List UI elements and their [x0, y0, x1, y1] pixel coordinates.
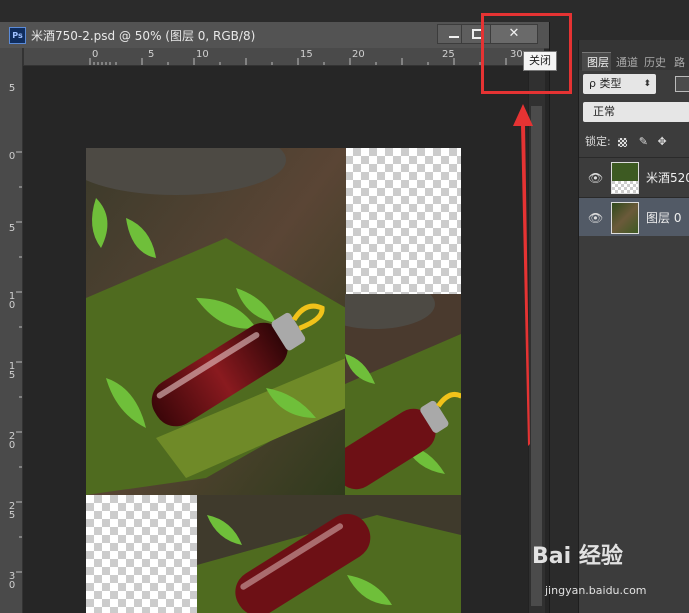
ruler-label: 5	[8, 223, 16, 234]
blend-mode-select[interactable]: 正常	[583, 102, 689, 122]
tab-paths[interactable]: 路	[674, 54, 685, 70]
ruler-label: 15	[8, 361, 16, 381]
layer-thumbnail	[611, 162, 639, 194]
transparent-area	[86, 495, 197, 613]
ruler-label: 10	[8, 291, 16, 311]
eye-icon[interactable]: 👁	[588, 211, 603, 225]
ruler-label: 5	[148, 49, 155, 60]
tab-channels[interactable]: 通道	[616, 54, 638, 70]
lock-label: 锁定:	[585, 135, 611, 148]
tab-history[interactable]: 历史	[644, 54, 666, 70]
layer-item[interactable]: 👁 米酒520	[579, 157, 689, 196]
blend-mode-label: 正常	[593, 105, 615, 118]
tab-layers[interactable]: 图层	[587, 54, 609, 70]
red-arrow-icon	[513, 104, 533, 446]
vertical-ruler[interactable]: 5 0 5 10 15 20 25 30	[0, 48, 23, 613]
brush-icon[interactable]: ✎	[639, 135, 648, 148]
transparent-area	[345, 148, 461, 294]
ruler-ticks-vertical	[16, 151, 22, 573]
minimize-icon	[449, 36, 459, 38]
photo-layer-bottom	[197, 495, 461, 613]
ruler-label: 0	[92, 49, 99, 60]
layer-name: 图层 0	[646, 211, 682, 225]
move-icon[interactable]: ✥	[657, 135, 666, 148]
layer-name: 米酒520	[646, 171, 689, 185]
ruler-label: 20	[8, 431, 16, 451]
filter-label: ρ 类型	[589, 77, 622, 90]
lock-transparent-icon[interactable]	[618, 137, 628, 147]
document-canvas[interactable]	[86, 148, 461, 613]
photoshop-app-icon: Ps	[9, 27, 26, 44]
document-title-bar[interactable]: Ps 米酒750-2.psd @ 50% (图层 0, RGB/8) ✕	[0, 22, 549, 49]
image-filter-icon[interactable]	[675, 76, 689, 92]
highlight-box	[481, 13, 572, 94]
layer-thumbnail	[611, 202, 639, 234]
ruler-label: 20	[352, 49, 365, 60]
ruler-ticks	[89, 58, 533, 65]
layer-item-selected[interactable]: 👁 图层 0	[579, 197, 689, 236]
baidu-watermark: Bai 经验	[532, 538, 623, 570]
ruler-label: 10	[196, 49, 209, 60]
photo-layer-main	[86, 148, 346, 495]
ruler-label: 25	[8, 501, 16, 521]
watermark-url: jingyan.baidu.com	[545, 584, 647, 597]
photo-layer-right	[345, 294, 461, 495]
lock-row: 锁定: ✎ ✥	[585, 133, 667, 149]
ruler-label: 30	[8, 571, 16, 591]
panel-tabs: 图层 通道 历史 路	[579, 40, 689, 71]
ruler-label: 15	[300, 49, 313, 60]
watermark-brand: Bai 经验	[532, 544, 623, 569]
horizontal-ruler[interactable]: 0 5 10 15 20 25 30	[24, 48, 544, 66]
ruler-label: 0	[8, 151, 16, 162]
select-arrows-icon: ⬍	[643, 79, 651, 89]
document-title: 米酒750-2.psd @ 50% (图层 0, RGB/8)	[31, 29, 256, 43]
ruler-label: 25	[442, 49, 455, 60]
ruler-label: 5	[8, 83, 16, 94]
eye-icon[interactable]: 👁	[588, 171, 603, 185]
layers-panel: 图层 通道 历史 路 ρ 类型 ⬍ 正常 锁定: ✎ ✥ 👁 米酒520 👁 图…	[578, 40, 689, 613]
layer-filter-select[interactable]: ρ 类型 ⬍	[583, 74, 656, 94]
